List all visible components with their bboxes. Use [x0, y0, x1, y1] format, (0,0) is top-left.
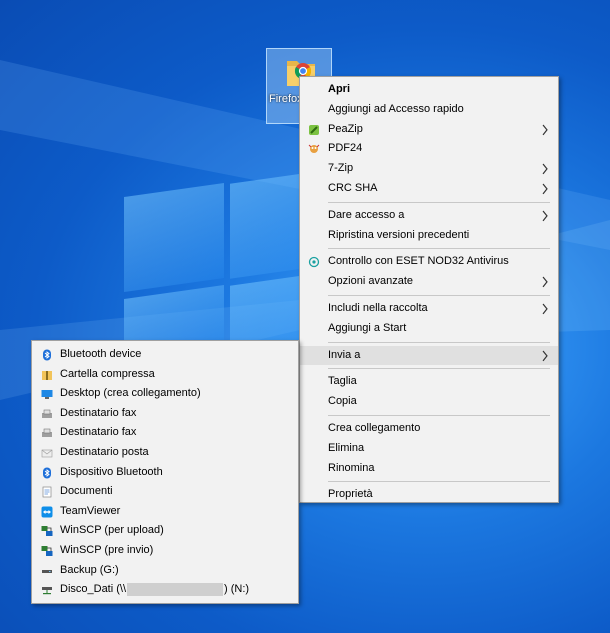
menu-item-crc-sha[interactable]: CRC SHA — [300, 179, 558, 199]
menu-item-aggiungi-accesso-rapido[interactable]: Aggiungi ad Accesso rapido — [300, 100, 558, 120]
documents-icon — [42, 486, 52, 498]
menu-item-proprieta[interactable]: Proprietà — [300, 485, 558, 505]
menu-item-taglia[interactable]: Taglia — [300, 372, 558, 392]
chevron-right-icon — [542, 163, 548, 175]
menu-separator — [328, 341, 550, 343]
bluetooth-icon — [43, 467, 51, 479]
fax-icon — [42, 429, 52, 438]
send-to-desktop[interactable]: Desktop (crea collegamento) — [32, 384, 298, 404]
send-to-bluetooth-dispositivo[interactable]: Dispositivo Bluetooth — [32, 463, 298, 483]
bluetooth-icon — [43, 349, 51, 361]
winscp-icon — [41, 545, 53, 556]
menu-item-elimina[interactable]: Elimina — [300, 439, 558, 459]
send-to-winscp-upload[interactable]: WinSCP (per upload) — [32, 521, 298, 541]
menu-separator — [328, 414, 550, 416]
drive-icon — [42, 569, 52, 573]
fax-icon — [42, 409, 52, 418]
menu-item-7zip[interactable]: 7-Zip — [300, 159, 558, 179]
context-menu: Apri Aggiungi ad Accesso rapido PeaZip P… — [299, 76, 559, 503]
menu-item-includi-raccolta[interactable]: Includi nella raccolta — [300, 299, 558, 319]
chevron-right-icon — [542, 276, 548, 288]
send-to-winscp-invio[interactable]: WinSCP (pre invio) — [32, 541, 298, 561]
menu-separator — [328, 368, 550, 370]
desktop-icon — [41, 390, 53, 400]
chevron-right-icon — [542, 210, 548, 221]
pdf24-icon — [308, 145, 320, 154]
send-to-mail-recipient[interactable]: Destinatario posta — [32, 443, 298, 463]
menu-item-copia[interactable]: Copia — [300, 392, 558, 412]
peazip-icon — [309, 124, 319, 135]
winscp-icon — [41, 526, 53, 537]
menu-item-pdf24[interactable]: PDF24 — [300, 139, 558, 159]
menu-item-peazip[interactable]: PeaZip — [300, 120, 558, 140]
zip-folder-icon — [42, 370, 52, 380]
redacted-network-path — [127, 582, 224, 596]
menu-separator — [328, 201, 550, 203]
chevron-right-icon — [542, 124, 548, 135]
menu-item-dare-accesso[interactable]: Dare accesso a — [300, 206, 558, 226]
menu-item-invia-a[interactable]: Invia a — [300, 345, 558, 366]
menu-item-crea-collegamento[interactable]: Crea collegamento — [300, 419, 558, 439]
send-to-documents[interactable]: Documenti — [32, 482, 298, 502]
send-to-fax-recipient-2[interactable]: Destinatario fax — [32, 423, 298, 443]
chevron-right-icon — [542, 303, 548, 315]
teamviewer-icon — [41, 506, 53, 518]
network-drive-icon — [42, 587, 52, 595]
send-to-fax-recipient[interactable]: Destinatario fax — [32, 404, 298, 424]
menu-separator — [328, 248, 550, 250]
menu-item-apri[interactable]: Apri — [300, 80, 558, 100]
send-to-bluetooth-device[interactable]: Bluetooth device — [32, 345, 298, 365]
menu-item-rinomina[interactable]: Rinomina — [300, 459, 558, 479]
menu-item-opzioni-avanzate[interactable]: Opzioni avanzate — [300, 272, 558, 292]
menu-separator — [328, 481, 550, 483]
send-to-teamviewer[interactable]: TeamViewer — [32, 502, 298, 522]
chevron-right-icon — [542, 183, 548, 195]
menu-item-aggiungi-start[interactable]: Aggiungi a Start — [300, 319, 558, 339]
send-to-compressed-folder[interactable]: Cartella compressa — [32, 365, 298, 385]
send-to-backup-drive[interactable]: Backup (G:) — [32, 561, 298, 581]
chevron-right-icon — [542, 350, 548, 361]
menu-item-eset-scan[interactable]: Controllo con ESET NOD32 Antivirus — [300, 252, 558, 272]
menu-item-ripristina-versioni[interactable]: Ripristina versioni precedenti — [300, 226, 558, 246]
send-to-network-drive[interactable]: Disco_Dati (\\) (N:) — [32, 580, 298, 600]
send-to-submenu: Bluetooth device Cartella compressa Desk… — [31, 340, 299, 604]
eset-icon — [308, 257, 320, 268]
mail-icon — [41, 449, 53, 458]
menu-separator — [328, 294, 550, 296]
